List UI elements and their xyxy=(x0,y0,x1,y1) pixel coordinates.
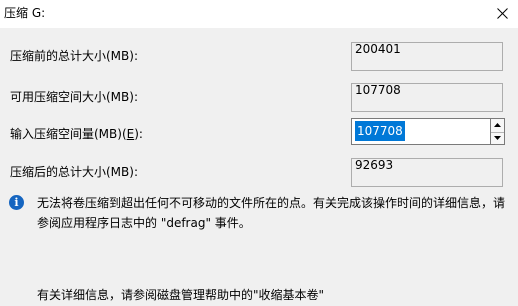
shrink-amount-label: 输入压缩空间量(MB)(E): xyxy=(10,126,143,142)
title-bar: 压缩 G: xyxy=(0,0,518,28)
info-text-line-1: 无法将卷压缩到超出任何不可移动的文件所在的点。有关完成该操作时间的详细信息，请 xyxy=(37,196,506,210)
close-icon xyxy=(497,8,508,19)
shrink-amount-label-suffix: ): xyxy=(134,127,143,141)
chevron-down-icon xyxy=(494,136,501,140)
total-after-field: 92693 xyxy=(351,158,503,187)
help-text: 有关详细信息，请参阅磁盘管理帮助中的"收缩基本卷" xyxy=(37,288,325,302)
shrink-amount-stepper[interactable] xyxy=(491,118,505,145)
window-title: 压缩 G: xyxy=(4,6,46,20)
shrink-amount-input[interactable]: 107708 xyxy=(351,118,491,145)
available-space-value: 107708 xyxy=(355,83,401,97)
total-after-label: 压缩后的总计大小(MB): xyxy=(10,165,138,179)
total-before-label: 压缩前的总计大小(MB): xyxy=(10,49,138,63)
shrink-amount-value[interactable]: 107708 xyxy=(355,121,405,141)
close-button[interactable] xyxy=(488,0,518,28)
spin-down-button[interactable] xyxy=(491,132,504,145)
available-space-field: 107708 xyxy=(351,83,503,112)
spin-up-button[interactable] xyxy=(491,119,504,133)
chevron-up-icon xyxy=(494,123,501,127)
info-icon: i xyxy=(9,195,24,210)
shrink-amount-label-prefix: 输入压缩空间量(MB)( xyxy=(10,127,127,141)
total-before-field: 200401 xyxy=(351,42,503,71)
total-before-value: 200401 xyxy=(355,42,401,56)
info-text-line-2: 参阅应用程序日志中的 "defrag" 事件。 xyxy=(37,216,251,230)
total-after-value: 92693 xyxy=(355,158,394,172)
available-space-label: 可用压缩空间大小(MB): xyxy=(10,90,138,104)
